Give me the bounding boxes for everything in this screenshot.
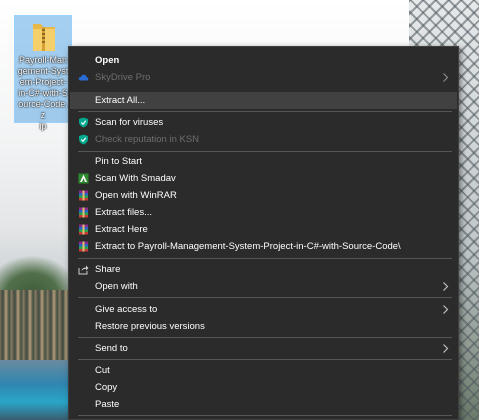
menu-item-skydrive-pro[interactable]: SkyDrive Pro [70,69,457,86]
menu-item-paste[interactable]: Paste [70,396,457,413]
menu-item-label: Give access to [95,304,158,315]
skydrive-cloud-icon [78,74,89,81]
background-water [0,360,75,420]
menu-item-extract-to-folder[interactable]: Extract to Payroll-Management-System-Pro… [70,238,457,255]
chevron-right-icon [443,73,449,82]
menu-item-label: Paste [95,399,120,410]
menu-item-copy[interactable]: Copy [70,379,457,396]
menu-item-open[interactable]: Open [70,52,457,69]
menu-separator [78,337,452,338]
menu-separator [78,111,452,112]
kaspersky-shield-icon [79,117,88,128]
menu-item-label: Scan for viruses [95,117,164,128]
file-label-line: in-C#-with-S [18,88,68,98]
smadav-icon [78,173,89,184]
menu-item-label: Extract All... [95,95,146,106]
file-label-line: em-Project- [19,77,67,87]
menu-item-extract-files[interactable]: Extract files... [70,204,457,221]
menu-item-share[interactable]: Share [70,261,457,278]
menu-item-label: Extract Here [95,224,148,235]
menu-item-label: Scan With Smadav [95,173,176,184]
menu-item-label: Open [95,55,120,66]
file-label-line: Payroll-Man [18,55,67,65]
menu-item-label: Open with [95,281,138,292]
menu-item-extract-here[interactable]: Extract Here [70,221,457,238]
menu-item-open-with-winrar[interactable]: Open with WinRAR [70,187,457,204]
winrar-icon [79,207,88,218]
file-label-line: gement-Syst [17,66,69,76]
desktop-file-zip[interactable]: Payroll-Man gement-Syst em-Project- in-C… [14,15,72,131]
menu-item-label: Check reputation in KSN [95,134,200,145]
menu-item-check-reputation[interactable]: Check reputation in KSN [70,131,457,148]
menu-item-send-to[interactable]: Send to [70,340,457,357]
menu-separator [78,415,452,416]
menu-separator [78,258,452,259]
chevron-right-icon [443,344,449,353]
menu-item-restore-previous-versions[interactable]: Restore previous versions [70,318,457,335]
winrar-icon [79,190,88,201]
menu-item-label: Restore previous versions [95,321,205,332]
context-menu: Open SkyDrive Pro Extract All... Scan fo… [68,46,459,420]
zip-folder-icon [33,24,55,51]
menu-item-label: Send to [95,343,128,354]
menu-item-scan-with-smadav[interactable]: Scan With Smadav [70,170,457,187]
menu-item-extract-all[interactable]: Extract All... [70,92,457,109]
menu-item-label: Share [95,264,121,275]
menu-item-label: Open with WinRAR [95,190,177,201]
menu-item-open-with[interactable]: Open with [70,278,457,295]
menu-item-label: Extract files... [95,207,153,218]
menu-item-label: SkyDrive Pro [95,72,151,83]
menu-item-label: Extract to Payroll-Management-System-Pro… [95,241,401,252]
desktop-file-label: Payroll-Man gement-Syst em-Project- in-C… [16,55,70,132]
file-label-line: ource-Code.z [18,99,68,120]
menu-item-label: Copy [95,382,118,393]
chevron-right-icon [443,282,449,291]
menu-item-pin-to-start[interactable]: Pin to Start [70,153,457,170]
menu-item-give-access-to[interactable]: Give access to [70,301,457,318]
winrar-icon [79,224,88,235]
menu-item-scan-for-viruses[interactable]: Scan for viruses [70,114,457,131]
file-label-line: ip [39,121,47,131]
kaspersky-shield-icon [79,134,88,145]
menu-separator [78,359,452,360]
chevron-right-icon [443,305,449,314]
menu-separator [78,151,452,152]
share-icon [78,265,89,275]
menu-item-label: Pin to Start [95,156,142,167]
menu-item-cut[interactable]: Cut [70,362,457,379]
winrar-icon [79,241,88,252]
menu-separator [78,297,452,298]
menu-item-label: Cut [95,365,110,376]
